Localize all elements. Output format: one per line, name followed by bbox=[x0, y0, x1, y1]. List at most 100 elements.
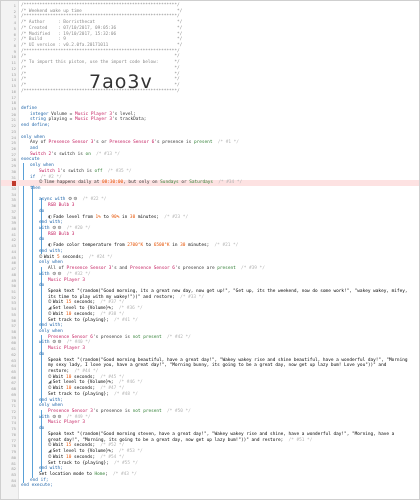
code-token: /* #48 */ bbox=[108, 391, 138, 397]
code-token: presence bbox=[100, 334, 123, 340]
code-token: great day!", "Morning, its going to be a… bbox=[48, 437, 284, 443]
code-token: Music Player 3 bbox=[48, 346, 86, 352]
code-token: Presence Sensor 6 bbox=[129, 266, 175, 272]
code-token: Volume bbox=[51, 111, 68, 117]
code-token: RGB Bulb 3 bbox=[48, 203, 75, 209]
code-token: ; bbox=[143, 117, 147, 123]
code-token: is bbox=[83, 168, 95, 174]
code-token: to bbox=[143, 243, 154, 249]
code-token: Wait bbox=[43, 254, 58, 260]
statement-icon: ⚙ ⚙ bbox=[52, 271, 62, 277]
code-token: Time happens daily at bbox=[43, 180, 102, 186]
code-token: Switch 1 bbox=[39, 168, 61, 174]
code-token: /* #37 */ bbox=[95, 300, 125, 306]
code-token: switch bbox=[68, 168, 84, 174]
code-token: Any of bbox=[30, 140, 49, 146]
code-token: trackData bbox=[119, 117, 144, 123]
code-token: /* #40 */ bbox=[61, 340, 91, 346]
code-token: end if; bbox=[30, 477, 49, 483]
code-token: = bbox=[67, 111, 75, 117]
code-token: end with; bbox=[39, 466, 63, 472]
code-token: minutes; bbox=[135, 214, 160, 220]
code-token: with bbox=[39, 271, 53, 277]
code-token: /* #55 */ bbox=[108, 460, 138, 466]
code-token: Set level to {Volume}%; bbox=[52, 449, 114, 455]
code-token: not present bbox=[132, 334, 162, 340]
code-token: /* #20 */ bbox=[61, 226, 91, 232]
code-token: /* #51 */ bbox=[283, 437, 313, 443]
code-token: presence bbox=[100, 409, 123, 415]
code-token: Speak text "(random("Good morning, its a… bbox=[48, 288, 408, 294]
code-token: 's bbox=[51, 151, 60, 157]
code-token: /* #43 */ bbox=[107, 471, 137, 477]
code-token: is bbox=[122, 409, 133, 415]
code-token: end with; bbox=[39, 220, 63, 226]
code-token: do bbox=[39, 426, 45, 432]
code-token: /* #32 */ bbox=[61, 271, 91, 277]
code-token: Wait bbox=[52, 374, 67, 380]
code-token: /* Created : 07/10/2017, 09:05:36 */ bbox=[21, 25, 183, 31]
code-token: /* #13 */ bbox=[90, 151, 120, 157]
code-token: Music Player 3 bbox=[48, 277, 86, 283]
code-token: Wait bbox=[52, 300, 67, 306]
code-token: /* #24 */ bbox=[83, 254, 113, 260]
code-token: its time to play with my wakey!"))" and … bbox=[48, 294, 175, 300]
code-lines: 1/**************************************… bbox=[1, 3, 419, 489]
code-token: 's and bbox=[111, 266, 130, 272]
code-token: only when bbox=[30, 163, 54, 169]
code-token: /* #53 */ bbox=[113, 449, 143, 455]
code-token: Set track to {playing}; bbox=[48, 391, 109, 397]
code-token: string bbox=[30, 117, 49, 123]
code-token: Speak text "(random("Good morning beauti… bbox=[48, 357, 408, 363]
code-token: /* #45 */ bbox=[95, 374, 125, 380]
code-line[interactable]: 85 end execute; bbox=[1, 483, 419, 489]
code-token: only when bbox=[39, 260, 63, 266]
code-token: /* Weekend wake up time */ bbox=[21, 8, 183, 14]
code-token: end execute; bbox=[21, 483, 53, 489]
code-token: seconds; bbox=[71, 443, 96, 449]
code-token: /* #34 */ bbox=[213, 180, 243, 186]
code-token: 6500°K bbox=[153, 243, 170, 249]
code-token: /* #42 */ bbox=[161, 334, 191, 340]
code-token: and bbox=[30, 145, 38, 151]
code-token: do bbox=[39, 283, 45, 289]
statement-icon: ⚙ ⚙ bbox=[52, 226, 62, 232]
code-token: , but only on bbox=[123, 180, 161, 186]
code-token: seconds; bbox=[71, 454, 96, 460]
code-token: /* #44 */ bbox=[69, 369, 99, 374]
code-token: /* #33 */ bbox=[174, 294, 204, 300]
code-token: Wait bbox=[52, 311, 67, 317]
code-token: end with; bbox=[39, 323, 63, 329]
code-token: presence bbox=[162, 140, 184, 146]
code-token: not present bbox=[132, 409, 162, 415]
code-token: level bbox=[119, 111, 134, 117]
statement-icon: ⚙ ⚙ bbox=[68, 197, 78, 203]
code-token: /* #39 */ bbox=[235, 266, 265, 272]
code-token: /* #1 */ bbox=[212, 140, 239, 146]
code-token: restore; bbox=[48, 369, 70, 374]
code-token: 's bbox=[92, 409, 101, 415]
code-token: or bbox=[178, 180, 190, 186]
code-token: Home bbox=[94, 471, 106, 477]
code-token: /* Build : 9 */ bbox=[21, 37, 183, 43]
code-token: Music Player 3 bbox=[48, 420, 86, 426]
code-token: /* #2 */ bbox=[35, 174, 62, 180]
code-token: playing bbox=[48, 117, 68, 123]
code-token: /* Modified : 19/10/2017, 15:32:06 */ bbox=[21, 31, 183, 37]
code-token: Speak text "(random("Good morning steven… bbox=[48, 431, 395, 437]
code-token: presence bbox=[182, 266, 205, 272]
code-token: Sundays bbox=[160, 180, 179, 186]
code-token: Switch 2 bbox=[30, 151, 52, 157]
code-token: /* UI version : v0.2.0fa.20171011 */ bbox=[21, 43, 183, 49]
code-token: RGB Bulb 3 bbox=[48, 231, 75, 237]
line-number: 85 bbox=[11, 483, 16, 489]
code-token: Saturdays bbox=[189, 180, 214, 186]
import-code[interactable]: 7ao3v bbox=[89, 71, 153, 93]
code-token: Wait bbox=[52, 443, 67, 449]
code-token: 's bbox=[92, 334, 101, 340]
statement-icon: ⚙ ⚙ bbox=[52, 414, 62, 420]
code-token: Set track to {playing}; bbox=[48, 317, 109, 323]
code-token: do bbox=[39, 237, 45, 243]
code-token: only when bbox=[39, 328, 63, 334]
code-token: Set level to {Volume}%; bbox=[52, 380, 114, 386]
